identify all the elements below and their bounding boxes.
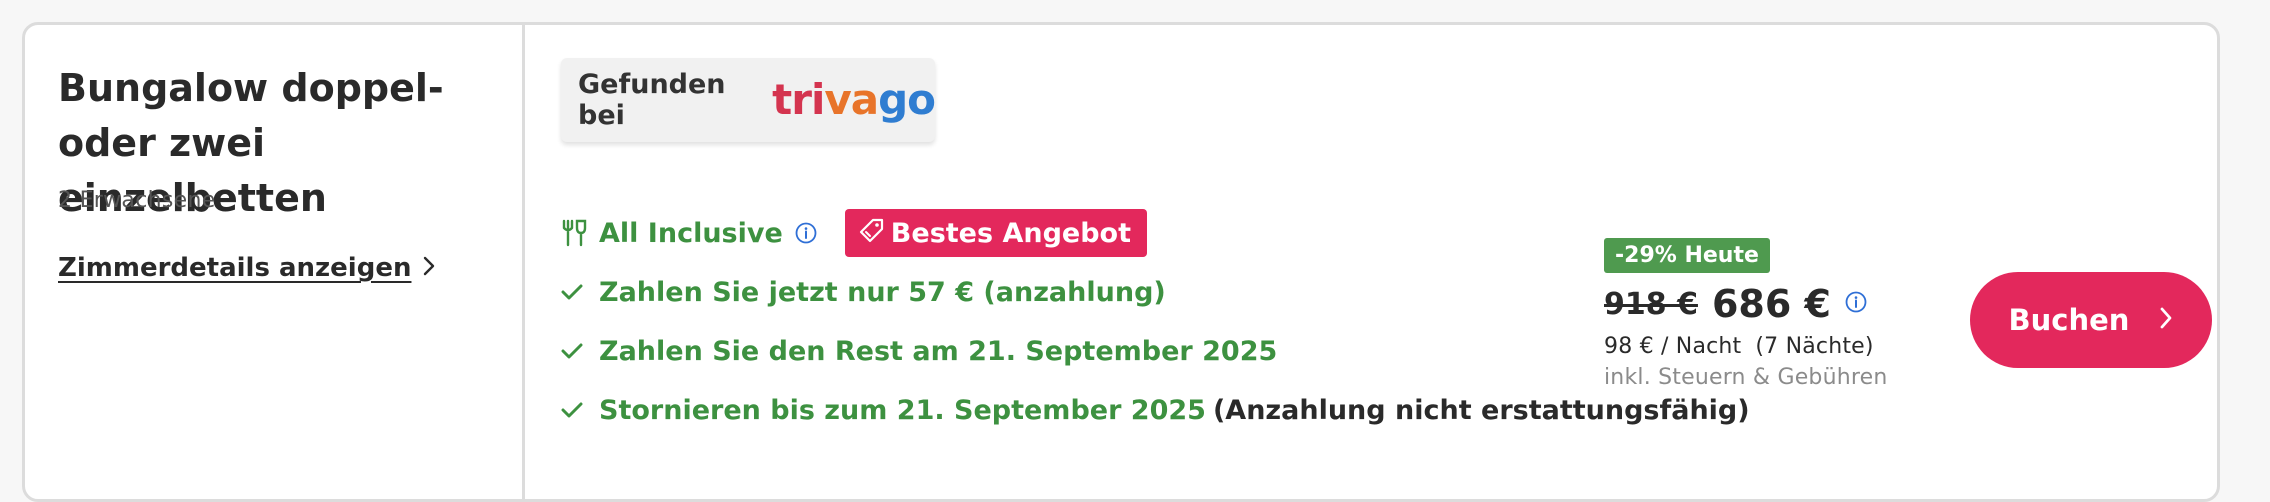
trivago-logo: trivago <box>772 75 936 124</box>
chevron-right-icon <box>2159 303 2173 337</box>
best-offer-badge: Bestes Angebot <box>844 209 1147 257</box>
price-row: 918 € 686 € <box>1604 282 1944 326</box>
source-badge: Gefunden bei trivago <box>561 58 936 142</box>
book-button-label: Buchen <box>2008 303 2130 337</box>
pay-rest-row: Zahlen Sie den Rest am 21. September 202… <box>561 323 1750 379</box>
board-row: All Inclusive Bestes Angebot <box>561 205 1750 261</box>
check-icon <box>561 283 587 301</box>
tag-icon <box>859 217 885 250</box>
room-details-link[interactable]: Zimmerdetails anzeigen <box>58 253 435 283</box>
source-label: Gefunden bei <box>578 69 726 131</box>
price-info-icon[interactable] <box>1845 291 1867 317</box>
price-box: -29% Heute 918 € 686 € 98 € / Nacht (7 Nä… <box>1604 238 1944 390</box>
book-button[interactable]: Buchen <box>1970 272 2212 368</box>
current-price: 686 € <box>1711 282 1831 326</box>
offer-panel: Gefunden bei trivago All Inclusive Beste… <box>528 25 2217 499</box>
cancel-row: Stornieren bis zum 21. September 2025 (A… <box>561 382 1750 438</box>
pay-rest-label: Zahlen Sie den Rest am 21. September 202… <box>599 335 1278 367</box>
pay-now-label: Zahlen Sie jetzt nur 57 € (anzahlung) <box>599 276 1166 308</box>
chevron-right-icon <box>423 253 435 283</box>
pay-now-row: Zahlen Sie jetzt nur 57 € (anzahlung) <box>561 264 1750 320</box>
cancel-label: Stornieren bis zum 21. September 2025 <box>599 394 1206 426</box>
discount-badge: -29% Heute <box>1604 238 1770 273</box>
check-icon <box>561 342 587 360</box>
guests-label: 2 Erwachsene <box>58 188 216 213</box>
board-label: All Inclusive <box>599 217 783 249</box>
room-details-label: Zimmerdetails anzeigen <box>58 253 412 283</box>
cancel-note: (Anzahlung nicht erstattungsfähig) <box>1212 394 1750 426</box>
feature-list: All Inclusive Bestes Angebot Zahlen Sie … <box>561 205 1750 438</box>
nights-count: (7 Nächte) <box>1755 334 1874 359</box>
info-icon[interactable] <box>795 222 817 244</box>
per-night: 98 € / Nacht (7 Nächte) <box>1604 334 1944 359</box>
check-icon <box>561 401 587 419</box>
taxes-note: inkl. Steuern & Gebühren <box>1604 365 1888 390</box>
offer-card: Bungalow doppel- oder zwei einzelbetten … <box>22 22 2220 502</box>
per-night-price: 98 € / Nacht <box>1604 334 1742 359</box>
best-offer-label: Bestes Angebot <box>890 217 1131 249</box>
old-price: 918 € <box>1604 286 1698 322</box>
cutlery-icon <box>561 219 587 247</box>
room-panel: Bungalow doppel- oder zwei einzelbetten … <box>25 25 525 499</box>
